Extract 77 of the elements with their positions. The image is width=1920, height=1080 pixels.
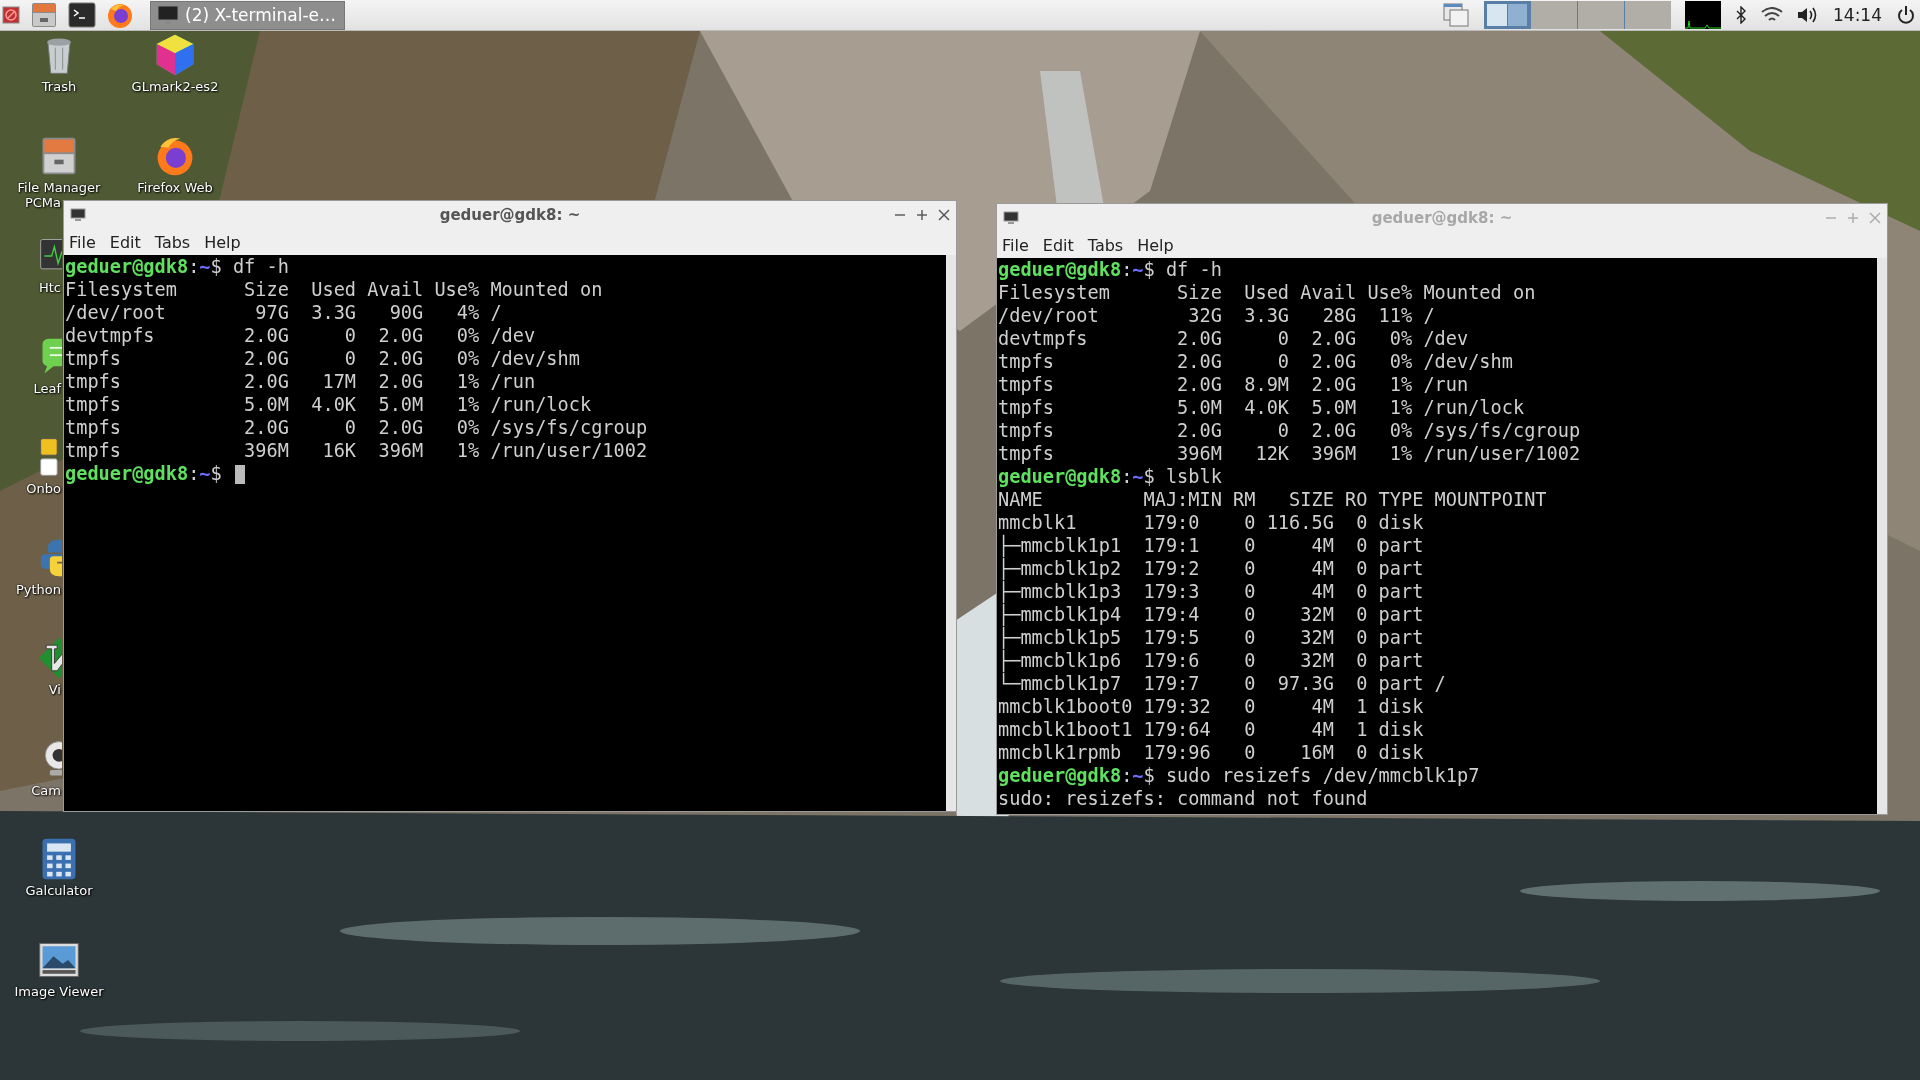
output-line: tmpfs 2.0G 17M 2.0G 1% /run: [65, 370, 537, 393]
menu-item[interactable]: Help: [204, 232, 241, 252]
menu-item[interactable]: Tabs: [154, 232, 191, 252]
menu-item[interactable]: File: [69, 232, 96, 252]
output-line: mmcblk1rpmb 179:96 0 16M 0 disk: [998, 741, 1425, 764]
power-icon[interactable]: [1896, 5, 1916, 25]
prompt-line: geduer@gdk8:~$: [65, 462, 946, 485]
icon-label[interactable]: File Manager: [17, 179, 101, 195]
menu-item[interactable]: File: [1002, 235, 1029, 255]
output-line: NAME MAJ:MIN RM SIZE RO TYPE MOUNTPOINT: [998, 488, 1548, 511]
terminal-icon[interactable]: [68, 2, 96, 28]
windows-icon[interactable]: [1442, 2, 1470, 28]
file-drawer-icon[interactable]: [30, 1, 58, 29]
output-line: /dev/root 32G 3.3G 28G 11% /: [998, 304, 1436, 327]
output-line: mmcblk1boot0 179:32 0 4M 1 disk: [998, 695, 1425, 718]
output-line: tmpfs 2.0G 0 2.0G 0% /dev/shm: [998, 350, 1514, 373]
icon-label[interactable]: Leaf: [33, 380, 61, 396]
output-line: ├─mmcblk1p5 179:5 0 32M 0 part: [998, 626, 1425, 649]
icon-label[interactable]: PCMa: [24, 194, 61, 210]
desktop-pager-cell[interactable]: [1625, 1, 1671, 29]
output-line: tmpfs 2.0G 8.9M 2.0G 1% /run: [998, 373, 1470, 396]
clock[interactable]: 14:14: [1833, 5, 1882, 25]
menu-item[interactable]: Tabs: [1087, 235, 1124, 255]
output-line: sudo: resizefs: command not found: [998, 787, 1369, 810]
output-line: tmpfs 2.0G 0 2.0G 0% /dev/shm: [65, 347, 581, 370]
output-line: tmpfs 2.0G 0 2.0G 0% /sys/fs/cgroup: [998, 419, 1582, 442]
output-line: ├─mmcblk1p4 179:4 0 32M 0 part: [998, 603, 1425, 626]
output-line: tmpfs 5.0M 4.0K 5.0M 1% /run/lock: [998, 396, 1526, 419]
prompt-line: geduer@gdk8:~$ sudo resizefs /dev/mmcblk1p7: [998, 764, 1481, 787]
output-line: mmcblk1boot1 179:64 0 4M 1 disk: [998, 718, 1425, 741]
icon-label[interactable]: GLmark2-es2: [131, 79, 219, 94]
menu-item[interactable]: Edit: [1042, 235, 1074, 255]
output-line: ├─mmcblk1p2 179:2 0 4M 0 part: [998, 557, 1425, 580]
output-line: ├─mmcblk1p6 179:6 0 32M 0 part: [998, 649, 1425, 672]
output-line: Filesystem Size Used Avail Use% Mounted on: [65, 278, 604, 301]
output-line: tmpfs 2.0G 0 2.0G 0% /sys/fs/cgroup: [65, 416, 649, 439]
icon-label[interactable]: Onbo: [26, 481, 61, 496]
prompt-line: geduer@gdk8:~$ df -h: [65, 255, 290, 278]
output-line: devtmpfs 2.0G 0 2.0G 0% /dev: [998, 327, 1470, 350]
desktop-pager-cell[interactable]: [1578, 1, 1624, 29]
monitor-icon: [70, 208, 86, 222]
volume-icon[interactable]: [1797, 6, 1819, 24]
wifi-icon[interactable]: [1761, 7, 1783, 23]
icon-label[interactable]: Python: [15, 581, 61, 597]
window-title: geduer@gdk8: ~: [439, 206, 581, 224]
output-line: tmpfs 5.0M 4.0K 5.0M 1% /run/lock: [65, 393, 593, 416]
output-line: mmcblk1 179:0 0 116.5G 0 disk: [998, 511, 1425, 534]
output-line: ├─mmcblk1p3 179:3 0 4M 0 part: [998, 580, 1425, 603]
menu-item[interactable]: Help: [1137, 235, 1174, 255]
output-line: devtmpfs 2.0G 0 2.0G 0% /dev: [65, 324, 537, 347]
firefox-icon[interactable]: [106, 1, 134, 29]
icon-label[interactable]: Galculator: [25, 883, 93, 898]
output-line: tmpfs 396M 16K 396M 1% /run/user/1002: [65, 439, 649, 462]
app-menu-icon[interactable]: [2, 6, 20, 24]
output-line: tmpfs 396M 12K 396M 1% /run/user/1002: [998, 442, 1582, 465]
bluetooth-icon[interactable]: [1735, 6, 1747, 24]
desktop-pager-cell[interactable]: [1531, 1, 1577, 29]
output-line: ├─mmcblk1p1 179:1 0 4M 0 part: [998, 534, 1425, 557]
monitor-icon: [157, 5, 179, 25]
icon-label[interactable]: Firefox Web: [137, 179, 213, 195]
prompt-line: geduer@gdk8:~$ df -h: [998, 258, 1223, 281]
prompt-line: geduer@gdk8:~$ lsblk: [998, 465, 1223, 488]
output-line: └─mmcblk1p7 179:7 0 97.3G 0 part /: [998, 672, 1447, 695]
icon-label[interactable]: Vi: [48, 682, 61, 697]
maximize-icon[interactable]: [916, 209, 928, 221]
icon-label[interactable]: Trash: [41, 79, 77, 94]
menu-item[interactable]: Edit: [109, 232, 141, 252]
desktop-pager-cell[interactable]: [1484, 1, 1530, 29]
close-icon[interactable]: [938, 209, 950, 221]
icon-label[interactable]: Htc: [38, 280, 61, 295]
icon-label[interactable]: Image Viewer: [14, 983, 104, 999]
icon-label[interactable]: Cam: [31, 782, 61, 798]
output-line: Filesystem Size Used Avail Use% Mounted on: [998, 281, 1537, 304]
cpu-graph-icon: [1685, 1, 1721, 29]
output-line: /dev/root 97G 3.3G 90G 4% /: [65, 301, 503, 324]
monitor-icon: [1003, 211, 1019, 225]
window-title: geduer@gdk8: ~: [1371, 209, 1513, 227]
